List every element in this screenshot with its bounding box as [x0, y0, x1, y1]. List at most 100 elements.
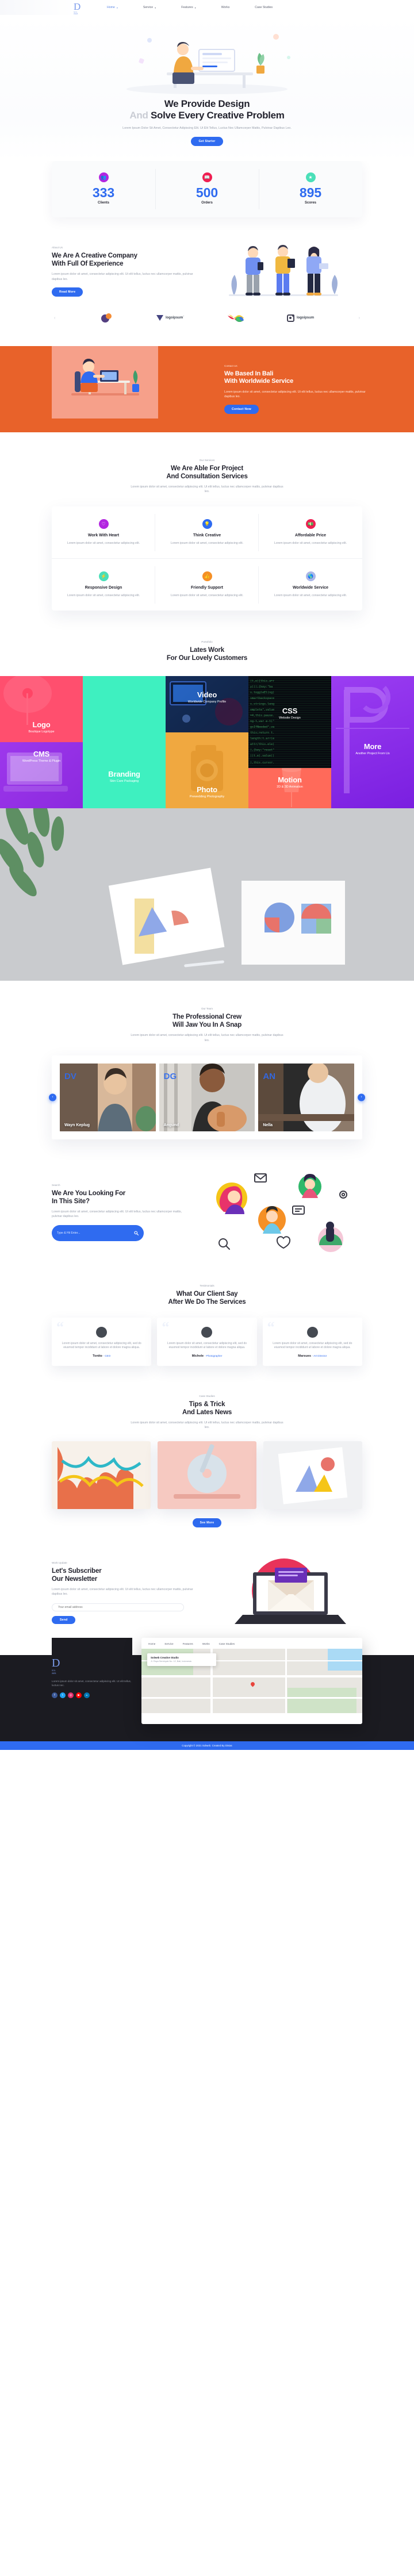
client-logo-4[interactable]: logoipsum [286, 314, 314, 322]
service-card-worldwide-service[interactable]: 🌎 Worldwide Service Lorem ipsum dolor si… [259, 558, 362, 611]
footer-nav-home[interactable]: Home [148, 1642, 155, 1645]
portfolio-tile-photo[interactable]: Photo Prewedding Photography [166, 732, 248, 809]
search-title-line1: We Are You Looking For [52, 1189, 126, 1197]
nav-item-works[interactable]: Works [209, 6, 243, 9]
newsletter-send-button[interactable]: Send [52, 1616, 76, 1625]
logos-next-arrow[interactable]: › [356, 316, 362, 320]
hero-title: We Provide Design And Solve Every Creati… [0, 98, 414, 121]
portfolio-tile-sub: Worldwide Company Profile [187, 700, 227, 704]
footer-logo-sub-2: WEB [52, 1672, 56, 1675]
contact-cta-paragraph: Lorem ipsum dolor sit amet, consectetur … [224, 390, 366, 398]
portfolio-tile-branding[interactable]: Branding Skin Care Packaging [83, 762, 166, 809]
map-pin-icon [250, 1681, 256, 1687]
book-icon: 📖 [202, 172, 212, 182]
client-logo-2[interactable]: logoipsum˙ [156, 314, 184, 322]
team-title: The Professional Crew Will Jaw You In A … [0, 1013, 414, 1029]
linkedin-icon[interactable]: in [84, 1692, 90, 1699]
blog-section: Case Studies Tips & Trick And Lates News… [0, 1366, 414, 1528]
team-eyebrow: Our Team [201, 1007, 213, 1011]
nav-item-home[interactable]: Home ▾ [94, 6, 131, 9]
map[interactable]: Solweb Creative Studio Jl. Raya Seminyak… [141, 1649, 362, 1714]
newsletter-paragraph: Lorem ipsum dolor sit amet, consectetur … [52, 1587, 193, 1596]
service-card-think-creative[interactable]: 💡 Think Creative Lorem ipsum dolor sit a… [155, 506, 259, 558]
search-text: Search We Are You Looking For In This Si… [52, 1184, 193, 1242]
portfolio-tile-css[interactable]: (t,e){this.a=r y)));{key:"ba s.toggleEl(n… [248, 676, 331, 769]
svg-text:y)));{key:"ba: y)));{key:"ba [250, 685, 273, 689]
footer-nav: Home Service Features Works Case Studies [141, 1638, 362, 1649]
see-more-button[interactable]: See More [192, 1518, 222, 1528]
youtube-icon[interactable]: ▶ [76, 1692, 82, 1699]
newsletter-title-line2: Our Newsletter [52, 1575, 98, 1583]
team-member-card[interactable]: AN Nella [258, 1063, 355, 1131]
newsletter-eyebrow: Work Update [52, 1561, 67, 1564]
newsletter-email-input[interactable] [58, 1606, 182, 1610]
search-box[interactable] [52, 1225, 144, 1242]
portfolio-tile-more[interactable]: More Another Project From Us [331, 676, 414, 809]
portfolio-grid: Logo Boutique Logotype CMS WordPress The… [0, 676, 414, 809]
twitter-icon[interactable]: t [60, 1692, 66, 1699]
team-prev-button[interactable]: ‹ [49, 1093, 56, 1101]
read-more-button[interactable]: Read More [52, 287, 83, 297]
footer-nav-service[interactable]: Service [164, 1642, 173, 1645]
contact-now-button[interactable]: Contact Now [224, 405, 259, 414]
service-card-friendly-support[interactable]: 👍 Friendly Support Lorem ipsum dolor sit… [155, 558, 259, 611]
map-info-card: Solweb Creative Studio Jl. Raya Seminyak… [147, 1653, 216, 1667]
footer-nav-case-studies[interactable]: Case Studies [219, 1642, 235, 1645]
contact-cta-illustration [52, 346, 158, 419]
blog-card[interactable] [263, 1441, 362, 1510]
testimonial-card: “ Lorem ipsum dolor sit amet, consectetu… [262, 1317, 362, 1366]
blog-card[interactable] [158, 1441, 256, 1510]
about-title: We Are A Creative Company With Full Of E… [52, 252, 195, 268]
service-card-affordable-price[interactable]: 💵 Affordable Price Lorem ipsum dolor sit… [259, 506, 362, 558]
quote-icon: “ [267, 1318, 275, 1335]
portfolio-tile-motion[interactable]: Motion 2D & 3D Animation [248, 768, 331, 809]
services-cards: ♡ Work With Heart Lorem ipsum dolor sit … [52, 506, 362, 611]
service-card-work-with-heart[interactable]: ♡ Work With Heart Lorem ipsum dolor sit … [52, 506, 155, 558]
blog-title-line2: And Lates News [182, 1409, 232, 1416]
testimonial-name: Tonito - CEO [59, 1354, 144, 1358]
blog-card[interactable] [52, 1441, 151, 1510]
svg-text:),this.cursor.: ),this.cursor. [250, 761, 274, 765]
team-next-button[interactable]: › [358, 1093, 365, 1101]
portfolio-tile-cms[interactable]: CMS WordPress Theme & Plugin [0, 742, 83, 809]
nav-item-features[interactable]: Features ▾ [168, 6, 209, 9]
search-title: We Are You Looking For In This Site? [52, 1189, 193, 1206]
search-input[interactable] [57, 1231, 126, 1235]
contact-cta-title-line1: We Based In Bali [224, 370, 274, 377]
avatar [306, 1326, 318, 1338]
facebook-icon[interactable]: f [52, 1692, 57, 1699]
portfolio-tile-logo[interactable]: Logo Boutique Logotype [0, 676, 83, 743]
svg-text:smartbackspace: smartbackspace [250, 697, 274, 700]
client-logo-1[interactable] [100, 313, 114, 323]
instagram-icon[interactable]: ◎ [68, 1692, 74, 1699]
logos-prev-arrow[interactable]: ‹ [52, 316, 57, 320]
logo[interactable]: D SOL WEB [74, 2, 84, 15]
service-card-responsive-design[interactable]: ⚡ Responsive Design Lorem ipsum dolor si… [52, 558, 155, 611]
nav-item-service[interactable]: Service ▾ [131, 6, 168, 9]
nav-item-case-studies[interactable]: Case Studies [242, 6, 285, 9]
service-card-desc: Lorem ipsum dolor sit amet, consectetur … [274, 542, 347, 546]
team-title-line2: Will Jaw You In A Snap [172, 1022, 242, 1029]
team-members-row: DV Wayn Keplug DG Angund AN Nella [60, 1063, 355, 1131]
star-icon: ★ [305, 172, 316, 182]
get-starter-button[interactable]: Get Starter [191, 137, 223, 146]
team-paragraph: Lorem ipsum dolor sit amet, consectetur … [131, 1034, 283, 1042]
services-eyebrow: Our Services [199, 459, 215, 462]
team-member-card[interactable]: DG Angund [159, 1063, 255, 1131]
portfolio-tile-sub: Skin Care Packaging [109, 780, 139, 784]
portfolio-tile-video[interactable]: Video Worldwide Company Profile [166, 676, 248, 733]
portfolio-tile-sub: Prewedding Photography [189, 795, 225, 799]
portfolio-tile-sub: 2D & 3D Animation [277, 785, 303, 789]
contact-cta-section: Contact Us We Based In Bali With Worldwi… [0, 346, 414, 432]
svg-text:)(t.e).value(): )(t.e).value() [250, 754, 274, 758]
footer-nav-features[interactable]: Features [183, 1642, 193, 1645]
client-logo-3[interactable] [227, 313, 245, 323]
service-card-title: Worldwide Service [292, 586, 329, 590]
team-member-card[interactable]: DV Wayn Keplug [60, 1063, 156, 1131]
footer: D SOL WEB Lorem ipsum dolor sit amet, co… [0, 1638, 414, 1750]
footer-nav-works[interactable]: Works [202, 1642, 210, 1645]
about-title-line1: We Are A Creative Company [52, 252, 137, 260]
service-card-title: Affordable Price [294, 533, 327, 538]
portfolio-tile-motion-text: Motion 2D & 3D Animation [248, 776, 331, 789]
search-icon[interactable] [134, 1228, 139, 1238]
